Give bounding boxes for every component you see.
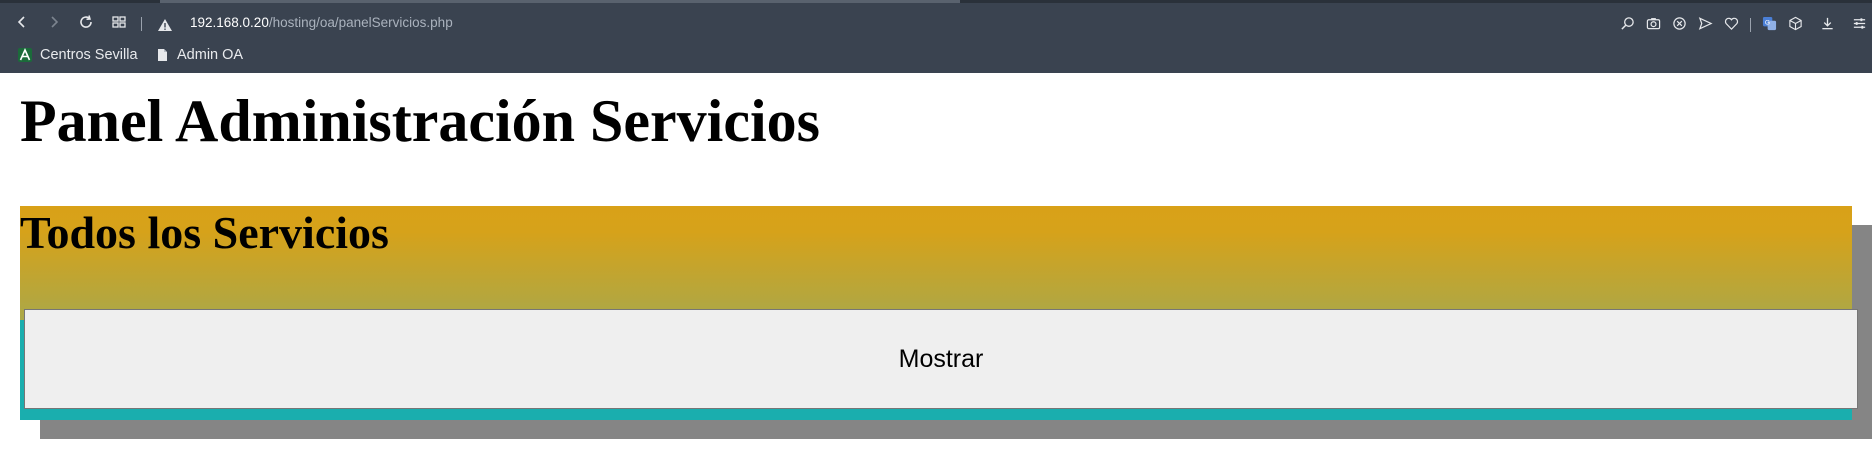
snapshot-button[interactable] xyxy=(1644,14,1662,32)
not-secure-warning-icon[interactable] xyxy=(157,18,173,32)
forward-arrow-icon xyxy=(51,16,59,28)
bookmark-label: Centros Sevilla xyxy=(40,47,138,63)
page-content: Panel Administración Servicios Todos los… xyxy=(4,73,1872,459)
centros-sevilla-favicon-icon xyxy=(18,48,32,62)
back-button[interactable] xyxy=(10,10,34,34)
heart-icon xyxy=(1724,17,1738,30)
extensions-button[interactable] xyxy=(1786,14,1804,32)
shield-x-icon xyxy=(1672,16,1686,30)
camera-icon xyxy=(1646,17,1660,29)
settings-menu-button[interactable] xyxy=(1850,14,1868,32)
back-arrow-icon xyxy=(17,16,25,28)
bookmark-admin-oa[interactable]: Admin OA xyxy=(155,45,243,65)
bookmarks-bar: Centros Sevilla Admin OA xyxy=(0,42,1872,68)
download-icon xyxy=(1821,17,1833,29)
page-title: Panel Administración Servicios xyxy=(20,88,820,154)
active-tab-indicator xyxy=(160,0,960,3)
forward-button[interactable] xyxy=(42,10,66,34)
translate-button[interactable]: G xyxy=(1760,14,1778,32)
url-path: /hosting/oa/panelServicios.php xyxy=(268,15,453,30)
reload-button[interactable] xyxy=(74,10,98,34)
block-button[interactable] xyxy=(1670,14,1688,32)
zoom-button[interactable] xyxy=(1618,14,1636,32)
send-button[interactable] xyxy=(1696,14,1714,32)
toolbar-separator-right xyxy=(1750,18,1751,32)
grid-icon xyxy=(112,16,126,28)
send-icon xyxy=(1698,16,1713,30)
bookmark-label: Admin OA xyxy=(177,47,244,63)
zoom-icon xyxy=(1620,16,1634,30)
browser-chrome: 192.168.0.20/hosting/oa/panelServicios.p… xyxy=(0,0,1872,73)
translate-icon: G xyxy=(1762,16,1776,30)
tab-strip-edge xyxy=(0,0,1872,3)
bookmark-centros-sevilla[interactable]: Centros Sevilla xyxy=(18,45,138,65)
favorite-button[interactable] xyxy=(1722,14,1740,32)
svg-text:G: G xyxy=(1764,19,1769,26)
cube-icon xyxy=(1788,16,1802,30)
toolbar-separator xyxy=(141,17,142,31)
downloads-button[interactable] xyxy=(1818,14,1836,32)
section-title: Todos los Servicios xyxy=(20,207,389,258)
tab-grid-button[interactable] xyxy=(107,10,131,34)
mostrar-button[interactable]: Mostrar xyxy=(24,309,1858,409)
reload-icon xyxy=(80,15,92,28)
navigation-bar: 192.168.0.20/hosting/oa/panelServicios.p… xyxy=(0,6,1872,38)
address-bar[interactable]: 192.168.0.20/hosting/oa/panelServicios.p… xyxy=(190,15,453,30)
page-icon xyxy=(158,49,167,61)
sliders-icon xyxy=(1853,17,1865,29)
url-host: 192.168.0.20 xyxy=(190,15,269,30)
